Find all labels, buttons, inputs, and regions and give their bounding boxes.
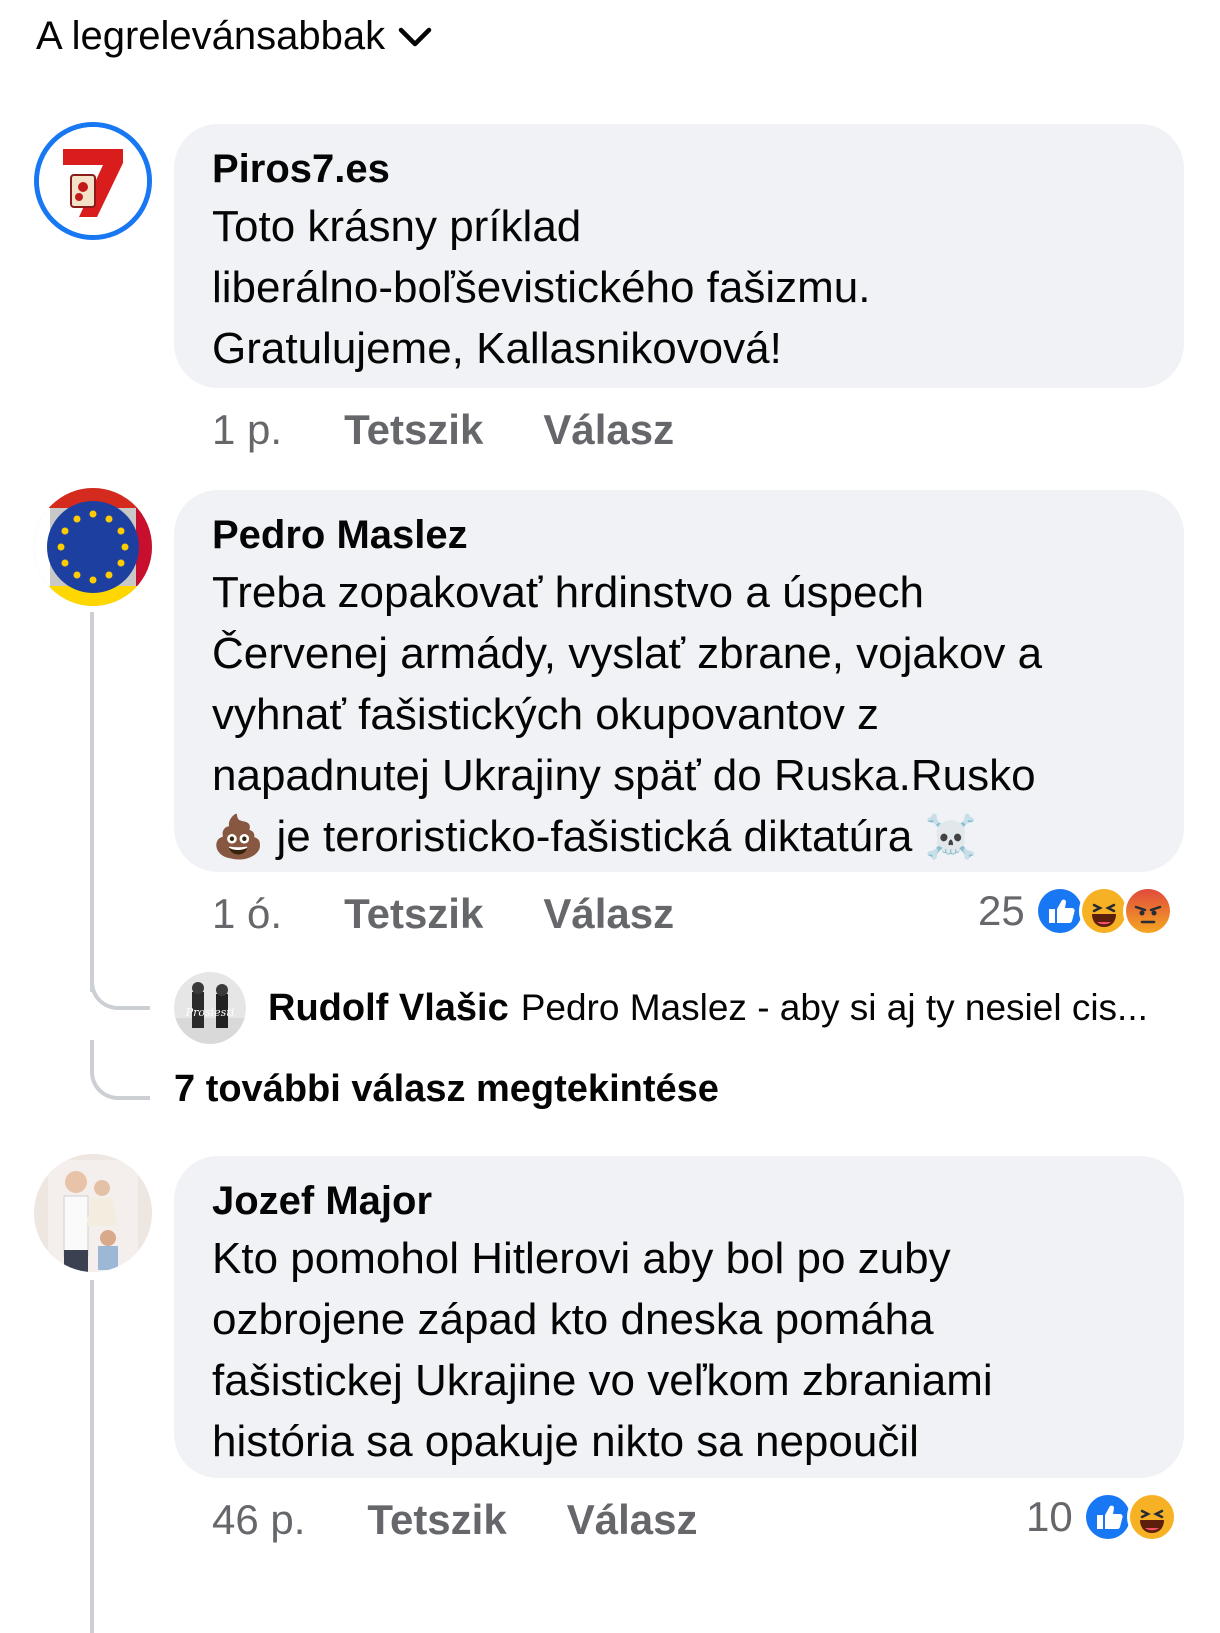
- comment-line: Gratulujeme, Kallasnikovová!: [212, 324, 782, 373]
- comment-line: Toto krásny príklad: [212, 202, 582, 251]
- reply-button[interactable]: Válasz: [543, 406, 674, 454]
- comment-line: liberálno-boľševistického fašizmu.: [212, 263, 871, 312]
- comment-text: Treba zopakovať hrdinstvo a úspech Červe…: [212, 562, 1146, 867]
- comment-actions: 1 ó. Tetszik Válasz: [212, 890, 734, 938]
- comment-timestamp[interactable]: 46 p.: [212, 1496, 305, 1544]
- avatar[interactable]: Prosiesti: [174, 972, 246, 1044]
- comment-actions: 1 p. Tetszik Válasz: [212, 406, 734, 454]
- comment-line: fašistickej Ukrajine vo veľkom zbraniami: [212, 1356, 993, 1405]
- view-more-replies-link[interactable]: 7 további válasz megtekintése: [174, 1068, 719, 1111]
- comment-line: napadnutej Ukrajiny späť do Ruska.Rusko: [212, 751, 1036, 800]
- comment-line: Kto pomohol Hitlerovi aby bol po zuby: [212, 1234, 951, 1283]
- reply-button[interactable]: Válasz: [567, 1496, 698, 1544]
- thread-connector: [90, 960, 150, 1010]
- skull-crossbones-emoji: ☠️: [924, 813, 977, 860]
- chevron-down-icon: [398, 27, 432, 46]
- reply-preview[interactable]: Prosiesti Rudolf Vlašic Pedro Maslez - a…: [174, 972, 1148, 1044]
- avatar-text: Prosiesti: [185, 1006, 235, 1019]
- comment-actions: 46 p. Tetszik Válasz: [212, 1496, 757, 1544]
- reaction-count: 25: [978, 887, 1025, 934]
- comment-line: ozbrojene západ kto dneska pomáha: [212, 1295, 934, 1344]
- comment-line: Červenej armády, vyslať zbrane, vojakov …: [212, 629, 1043, 678]
- comment-timestamp[interactable]: 1 p.: [212, 406, 282, 454]
- comment-author[interactable]: Jozef Major: [212, 1178, 1146, 1224]
- like-reaction-icon: [1082, 1492, 1133, 1542]
- reply-snippet: Pedro Maslez - aby si aj ty nesiel cis..…: [520, 987, 1148, 1028]
- comment-bubble: Piros7.es Toto krásny príklad liberálno-…: [174, 124, 1184, 388]
- like-button[interactable]: Tetszik: [344, 406, 483, 454]
- avatar[interactable]: [34, 122, 152, 240]
- like-button[interactable]: Tetszik: [344, 890, 483, 938]
- sort-dropdown[interactable]: A legrelevánsabbak: [36, 14, 433, 59]
- comment-author[interactable]: Pedro Maslez: [212, 512, 1146, 558]
- thread-line: [90, 612, 94, 992]
- comment-author[interactable]: Piros7.es: [212, 146, 1146, 192]
- comment-line: vyhnať fašistických okupovantov z: [212, 690, 880, 739]
- comment-line: 💩 je teroristicko-fašistická diktatúra ☠…: [212, 806, 1146, 867]
- angry-reaction-icon: [1122, 886, 1173, 936]
- reply-author[interactable]: Rudolf Vlašic: [268, 987, 509, 1030]
- reaction-summary[interactable]: 25: [978, 886, 1173, 936]
- comment-line: história sa opakuje nikto sa nepoučil: [212, 1417, 919, 1466]
- haha-reaction-icon: [1126, 1492, 1177, 1542]
- comment-bubble: Pedro Maslez Treba zopakovať hrdinstvo a…: [174, 490, 1184, 872]
- like-button[interactable]: Tetszik: [367, 1496, 506, 1544]
- reply-button[interactable]: Válasz: [543, 890, 674, 938]
- avatar[interactable]: [34, 488, 152, 606]
- thread-line: [90, 1280, 94, 1633]
- sort-label: A legrelevánsabbak: [36, 14, 386, 58]
- poop-emoji: 💩: [212, 813, 265, 860]
- reaction-summary[interactable]: 10: [1026, 1492, 1177, 1542]
- haha-reaction-icon: [1078, 886, 1129, 936]
- like-reaction-icon: [1034, 886, 1085, 936]
- comment-line-text: je teroristicko-fašistická diktatúra: [264, 812, 925, 861]
- comment-line: Treba zopakovať hrdinstvo a úspech: [212, 568, 924, 617]
- comment-bubble: Jozef Major Kto pomohol Hitlerovi aby bo…: [174, 1156, 1184, 1478]
- reaction-count: 10: [1026, 1493, 1073, 1540]
- avatar[interactable]: [34, 1154, 152, 1272]
- comment-text: Toto krásny príklad liberálno-boľševisti…: [212, 196, 1146, 379]
- thread-connector: [90, 1040, 150, 1100]
- comment-timestamp[interactable]: 1 ó.: [212, 890, 282, 938]
- comment-text: Kto pomohol Hitlerovi aby bol po zuby oz…: [212, 1228, 1146, 1472]
